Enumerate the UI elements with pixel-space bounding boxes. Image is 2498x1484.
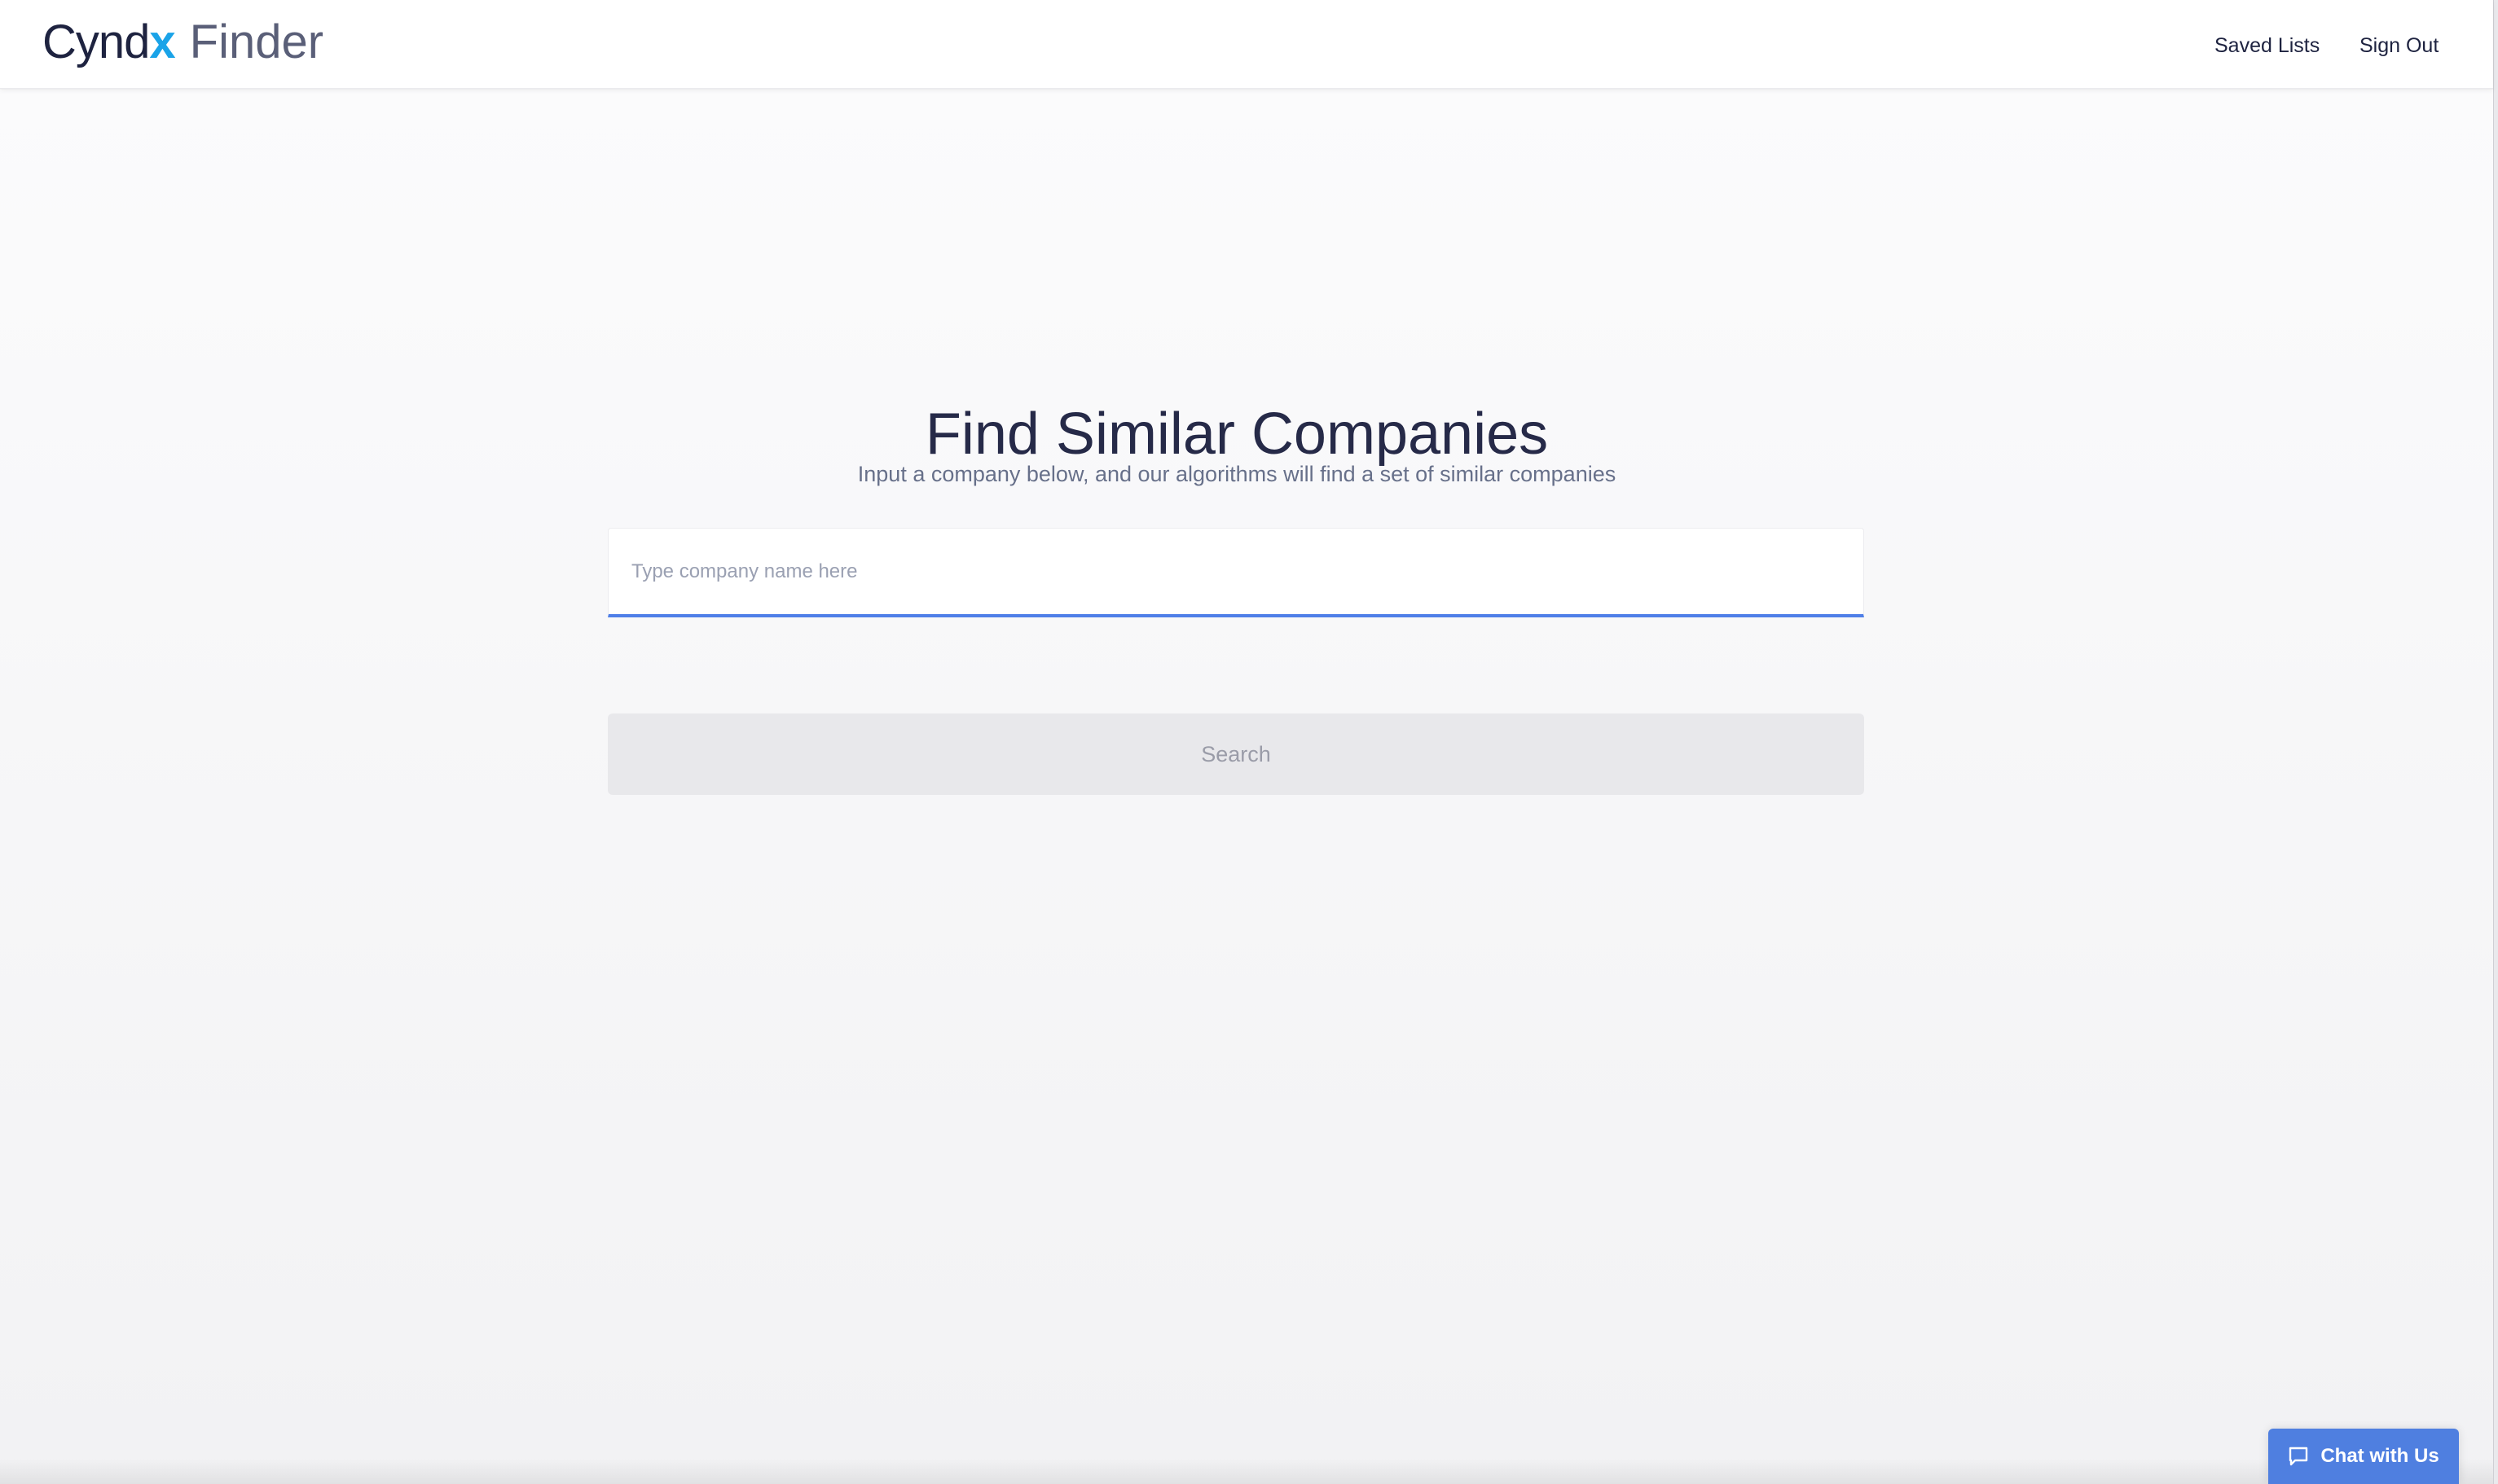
chat-bubble-icon xyxy=(2289,1447,2308,1466)
bottom-shadow xyxy=(0,1458,2493,1484)
chat-button-label: Chat with Us xyxy=(2320,1445,2439,1467)
company-search-input[interactable] xyxy=(608,528,1864,617)
cyndx-finder-logo[interactable]: Cynd x Finder xyxy=(42,10,323,75)
top-header: Cynd x Finder Saved Lists Sign Out xyxy=(0,0,2493,89)
page-subtitle: Input a company below, and our algorithm… xyxy=(857,462,1616,486)
window-edge xyxy=(2493,0,2498,1484)
logo-brand-main: Cynd xyxy=(42,15,150,68)
logo-brand-accent: x xyxy=(149,15,175,68)
saved-lists-link[interactable]: Saved Lists xyxy=(2214,29,2320,62)
logo-product-name: Finder xyxy=(189,15,324,68)
chat-with-us-button[interactable]: Chat with Us xyxy=(2268,1429,2459,1484)
sign-out-link[interactable]: Sign Out xyxy=(2359,29,2439,62)
search-button[interactable]: Search xyxy=(608,713,1864,795)
